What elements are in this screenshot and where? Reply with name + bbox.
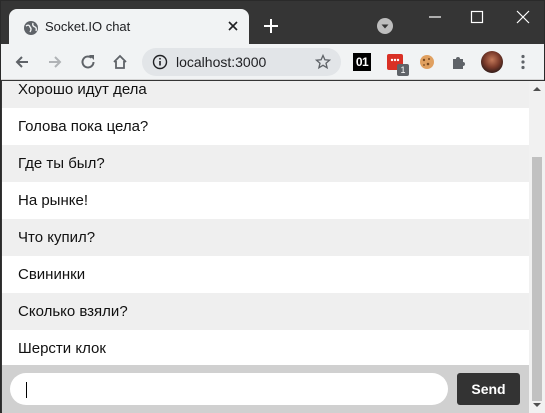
arrow-right-icon[interactable] xyxy=(46,53,64,71)
message-list: Хорошо идут дела Голова пока цела? Где т… xyxy=(2,81,529,367)
close-icon[interactable] xyxy=(225,18,241,34)
scroll-up-icon[interactable] xyxy=(529,84,545,94)
chat-form: Send xyxy=(2,365,529,413)
text-caret xyxy=(26,382,27,398)
maximize-icon[interactable] xyxy=(467,7,487,27)
scroll-thumb[interactable] xyxy=(532,157,542,401)
browser-toolbar: localhost:3000 01 xyxy=(1,44,544,80)
url-text: localhost:3000 xyxy=(176,54,267,70)
browser-window: Socket.IO chat localhost:3000 01 1 Хорош… xyxy=(0,0,545,413)
extension-01[interactable]: 01 xyxy=(353,53,371,71)
tab-socketio-chat[interactable]: Socket.IO chat xyxy=(9,9,249,45)
chevron-down-icon[interactable] xyxy=(377,18,393,34)
puzzle-icon[interactable] xyxy=(450,53,468,71)
kebab-menu-icon[interactable] xyxy=(514,53,532,71)
tab-title: Socket.IO chat xyxy=(45,19,131,34)
globe-icon xyxy=(24,21,38,35)
send-button[interactable]: Send xyxy=(457,373,520,405)
address-bar[interactable]: localhost:3000 xyxy=(142,48,341,76)
message-item: Голова пока цела? xyxy=(2,108,529,145)
extension-badge: 1 xyxy=(397,64,409,76)
avatar[interactable] xyxy=(481,51,503,73)
close-icon[interactable] xyxy=(513,7,533,27)
cookie-icon[interactable] xyxy=(418,53,436,71)
tab-strip: Socket.IO chat xyxy=(1,1,544,45)
page-viewport: Хорошо идут дела Голова пока цела? Где т… xyxy=(2,81,529,413)
minimize-icon[interactable] xyxy=(425,7,445,27)
arrow-left-icon[interactable] xyxy=(13,53,31,71)
scroll-down-icon[interactable] xyxy=(529,400,545,410)
message-item: На рынке! xyxy=(2,182,529,219)
reload-icon[interactable] xyxy=(79,53,97,71)
message-item: Свининки xyxy=(2,256,529,293)
star-icon[interactable] xyxy=(315,54,331,70)
message-item: Где ты был? xyxy=(2,145,529,182)
info-icon[interactable] xyxy=(152,54,168,70)
message-item: Хорошо идут дела xyxy=(2,81,529,108)
plus-icon[interactable] xyxy=(262,17,280,35)
message-input[interactable] xyxy=(10,373,448,405)
message-item: Шерсти клок xyxy=(2,330,529,367)
message-item: Сколько взяли? xyxy=(2,293,529,330)
message-item: Что купил? xyxy=(2,219,529,256)
scrollbar[interactable] xyxy=(529,81,545,413)
home-icon[interactable] xyxy=(111,53,129,71)
